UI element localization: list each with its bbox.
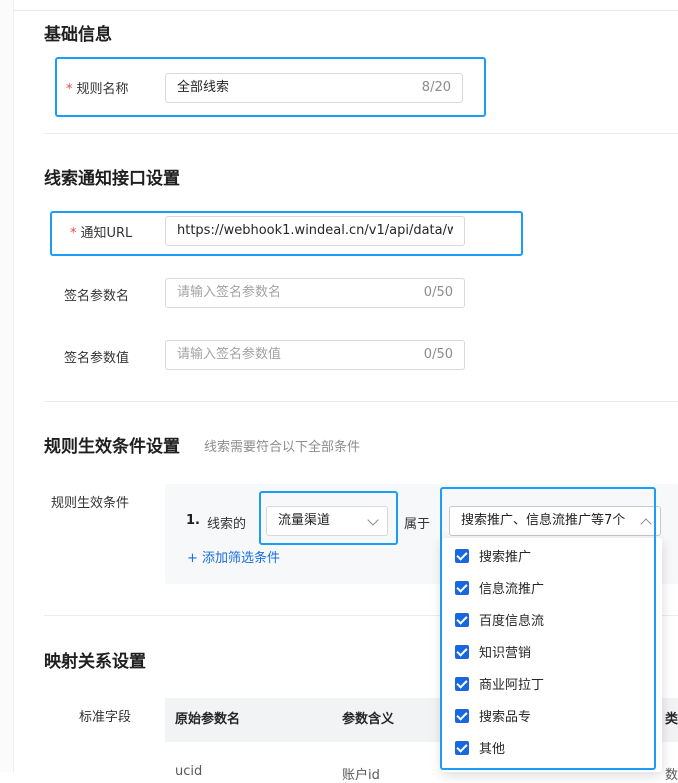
column-header: 原始参数名 bbox=[175, 712, 241, 727]
section-title-notify: 线索通知接口设置 bbox=[44, 169, 180, 189]
section-title-mapping: 映射关系设置 bbox=[44, 652, 146, 672]
section-title-basic: 基础信息 bbox=[44, 25, 112, 45]
condition-subtitle: 线索需要符合以下全部条件 bbox=[204, 440, 361, 455]
divider bbox=[44, 401, 678, 402]
table-cell: 数 bbox=[665, 768, 678, 783]
condition-operator: 属于 bbox=[404, 517, 431, 532]
column-header: 类 bbox=[665, 712, 678, 727]
divider bbox=[44, 133, 678, 134]
highlight-box-url bbox=[50, 211, 523, 256]
condition-index: 1. bbox=[186, 513, 200, 528]
sign-name-placeholder: 请输入签名参数名 bbox=[177, 285, 282, 300]
column-header: 参数含义 bbox=[342, 712, 395, 727]
sign-value-input[interactable]: 请输入签名参数值 0/50 bbox=[165, 340, 465, 370]
condition-prefix: 线索的 bbox=[207, 517, 247, 532]
section-title-condition: 规则生效条件设置 bbox=[44, 437, 180, 457]
highlight-box-field bbox=[259, 491, 398, 545]
top-divider bbox=[13, 10, 678, 11]
highlight-box-rule-name bbox=[55, 57, 486, 117]
std-field-label: 标准字段 bbox=[79, 710, 132, 725]
condition-label: 规则生效条件 bbox=[51, 496, 130, 511]
sign-value-placeholder: 请输入签名参数值 bbox=[177, 347, 282, 362]
left-rail bbox=[0, 0, 14, 772]
table-cell: 账户id bbox=[342, 768, 380, 783]
highlight-box-value bbox=[440, 487, 656, 770]
add-filter-link[interactable]: + 添加筛选条件 bbox=[187, 547, 280, 566]
add-filter-text: 添加筛选条件 bbox=[202, 551, 281, 566]
sign-value-label: 签名参数值 bbox=[64, 351, 130, 366]
sign-name-counter: 0/50 bbox=[423, 285, 453, 300]
sign-name-input[interactable]: 请输入签名参数名 0/50 bbox=[165, 278, 465, 308]
plus-icon: + bbox=[187, 551, 198, 566]
sign-name-label: 签名参数名 bbox=[64, 289, 130, 304]
sign-value-counter: 0/50 bbox=[423, 347, 453, 362]
